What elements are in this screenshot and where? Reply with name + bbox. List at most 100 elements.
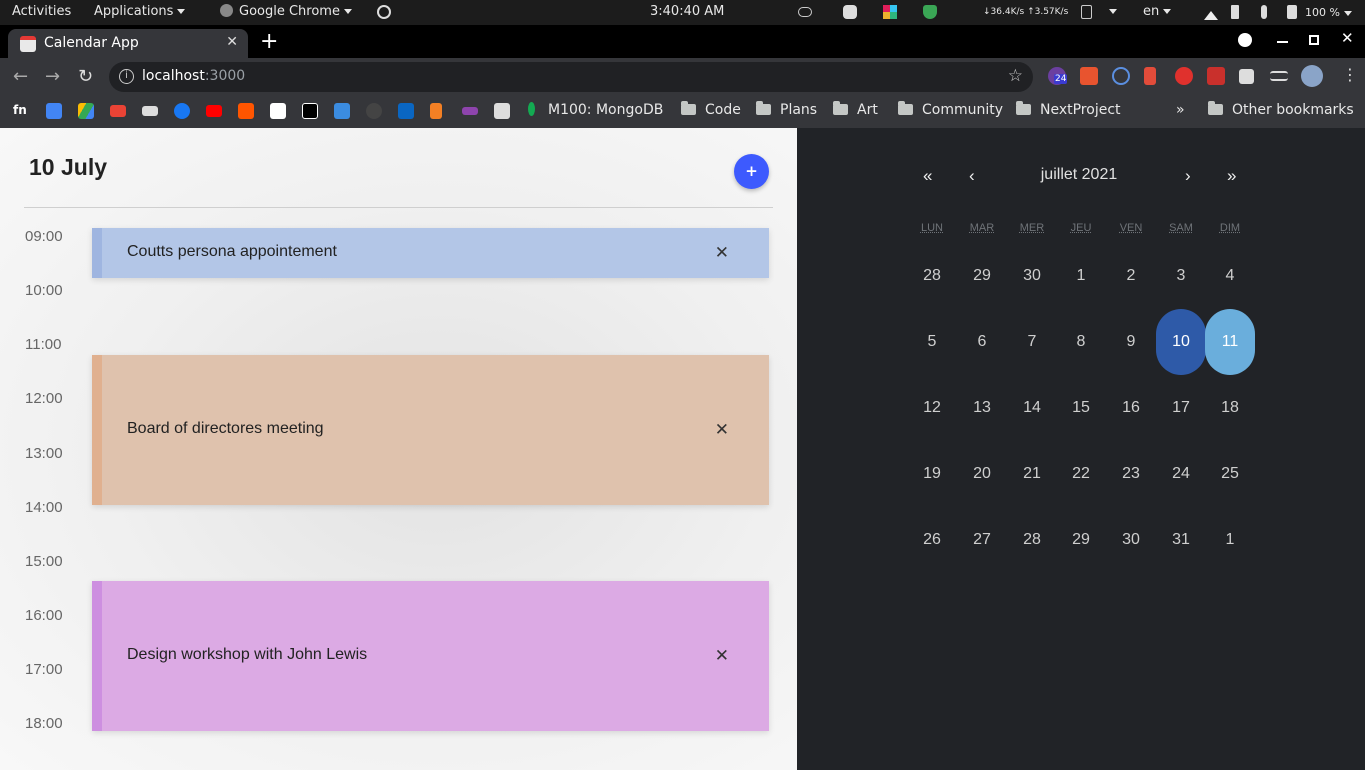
linkedin-bookmark-icon[interactable]	[398, 103, 414, 119]
maximize-icon[interactable]	[1309, 35, 1319, 45]
day-cell[interactable]: 21	[1007, 441, 1057, 507]
youtube-bookmark-icon[interactable]	[206, 105, 222, 117]
month-label[interactable]: juillet 2021	[1035, 166, 1123, 184]
more-bookmarks-button[interactable]: »	[1176, 102, 1185, 118]
media-queue-icon[interactable]	[1270, 71, 1288, 81]
forward-arrow-icon[interactable]: →	[45, 66, 60, 87]
next-year-button[interactable]: »	[1227, 166, 1236, 186]
event-card[interactable]: Board of directores meeting ✕	[92, 355, 769, 505]
day-cell[interactable]: 7	[1007, 309, 1057, 375]
calendar-bookmark-icon[interactable]	[46, 103, 62, 119]
day-cell[interactable]: 30	[1106, 507, 1156, 573]
shield-icon[interactable]	[923, 5, 937, 19]
tab-calendar-app[interactable]: Calendar App ✕	[8, 29, 248, 58]
discord-icon[interactable]	[843, 5, 857, 19]
back-arrow-icon[interactable]: ←	[13, 66, 28, 87]
extension-icon[interactable]	[1207, 67, 1225, 85]
day-cell[interactable]: 17	[1156, 375, 1206, 441]
day-cell[interactable]: 25	[1205, 441, 1255, 507]
extension-icon[interactable]	[1144, 67, 1156, 85]
applications-menu[interactable]: Applications	[94, 4, 186, 19]
bookmark-folder-code[interactable]: Code	[681, 101, 741, 118]
kebab-menu-icon[interactable]: ⋮	[1342, 65, 1358, 84]
delete-event-icon[interactable]: ✕	[715, 243, 729, 263]
activities-button[interactable]: Activities	[12, 4, 71, 19]
share-bookmark-icon[interactable]	[334, 103, 350, 119]
day-cell[interactable]: 23	[1106, 441, 1156, 507]
day-cell[interactable]: 14	[1007, 375, 1057, 441]
network-speed[interactable]: ↓36.4K/s ↑3.57K/s	[983, 7, 1068, 17]
day-cell[interactable]: 6	[957, 309, 1007, 375]
language-menu[interactable]: en	[1143, 4, 1172, 19]
day-cell[interactable]: 24	[1156, 441, 1206, 507]
chrome-app-menu[interactable]: Google Chrome	[220, 4, 352, 19]
day-cell[interactable]: 1	[1205, 507, 1255, 573]
fn-bookmark-icon[interactable]: fn	[13, 103, 29, 119]
codepen-bookmark-icon[interactable]	[270, 103, 286, 119]
day-cell[interactable]: 30	[1007, 243, 1057, 309]
extension-badge-icon[interactable]: 24	[1048, 67, 1068, 85]
event-card[interactable]: Coutts persona appointement ✕	[92, 228, 769, 278]
clock[interactable]: 3:40:40 AM	[650, 4, 724, 19]
dev-bookmark-icon[interactable]	[302, 103, 318, 119]
slack-icon[interactable]	[883, 5, 897, 19]
day-cell[interactable]: 28	[1007, 507, 1057, 573]
facebook-bookmark-icon[interactable]	[174, 103, 190, 119]
puzzle-extensions-icon[interactable]	[1239, 69, 1254, 84]
soundcloud-bookmark-icon[interactable]	[238, 103, 254, 119]
day-cell-today[interactable]: 11	[1205, 309, 1255, 375]
notes-bookmark-icon[interactable]	[494, 103, 510, 119]
day-cell[interactable]: 28	[907, 243, 957, 309]
tab-search-icon[interactable]	[1238, 33, 1252, 47]
day-cell[interactable]: 20	[957, 441, 1007, 507]
github-bookmark-icon[interactable]	[366, 103, 382, 119]
battery-icon[interactable]	[1287, 5, 1297, 19]
next-month-button[interactable]: ›	[1185, 166, 1191, 186]
day-cell[interactable]: 29	[957, 243, 1007, 309]
crown-bookmark-icon[interactable]	[142, 106, 158, 116]
minimize-icon[interactable]	[1277, 41, 1288, 43]
close-tab-icon[interactable]: ✕	[226, 34, 238, 50]
bookmark-folder-plans[interactable]: Plans	[756, 101, 817, 118]
gmail-bookmark-icon[interactable]	[110, 105, 126, 117]
day-cell[interactable]: 3	[1156, 243, 1206, 309]
prev-year-button[interactable]: «	[923, 166, 932, 186]
window-close-icon[interactable]: ✕	[1341, 29, 1354, 47]
day-cell[interactable]: 1	[1056, 243, 1106, 309]
day-cell[interactable]: 29	[1056, 507, 1106, 573]
drive-bookmark-icon[interactable]	[78, 103, 94, 119]
day-cell[interactable]: 16	[1106, 375, 1156, 441]
avatar[interactable]	[1301, 65, 1323, 87]
extension-icon[interactable]	[1175, 67, 1193, 85]
cloud-icon[interactable]	[798, 7, 812, 17]
day-cell[interactable]: 2	[1106, 243, 1156, 309]
microphone-icon[interactable]	[1261, 5, 1267, 19]
day-cell[interactable]: 9	[1106, 309, 1156, 375]
wordwall-bookmark-icon[interactable]	[462, 107, 478, 115]
day-cell[interactable]: 19	[907, 441, 957, 507]
address-bar[interactable]: i localhost:3000 ☆	[109, 62, 1033, 92]
extension-icon[interactable]	[1112, 67, 1130, 85]
alarm-icon[interactable]	[377, 5, 391, 19]
wifi-icon[interactable]	[1204, 4, 1218, 20]
chevron-down-icon[interactable]	[1105, 4, 1117, 19]
day-cell[interactable]: 15	[1056, 375, 1106, 441]
new-tab-button[interactable]: +	[260, 29, 278, 54]
day-cell[interactable]: 26	[907, 507, 957, 573]
day-cell[interactable]: 22	[1056, 441, 1106, 507]
add-event-button[interactable]: +	[734, 154, 769, 189]
delete-event-icon[interactable]: ✕	[715, 420, 729, 440]
bookmark-mongodb[interactable]: M100: MongoDB	[528, 102, 663, 118]
day-cell-selected[interactable]: 10	[1156, 309, 1206, 375]
day-cell[interactable]: 27	[957, 507, 1007, 573]
bookmark-folder-nextproject[interactable]: NextProject	[1016, 101, 1121, 118]
battery-menu[interactable]: 100 %	[1305, 6, 1352, 19]
reload-icon[interactable]: ↻	[78, 66, 93, 87]
day-cell[interactable]: 31	[1156, 507, 1206, 573]
day-cell[interactable]: 4	[1205, 243, 1255, 309]
event-card[interactable]: Design workshop with John Lewis ✕	[92, 581, 769, 731]
day-cell[interactable]: 18	[1205, 375, 1255, 441]
bookmark-folder-community[interactable]: Community	[898, 101, 1003, 118]
bookmark-star-icon[interactable]: ☆	[1008, 66, 1023, 86]
stackoverflow-bookmark-icon[interactable]	[430, 103, 442, 119]
